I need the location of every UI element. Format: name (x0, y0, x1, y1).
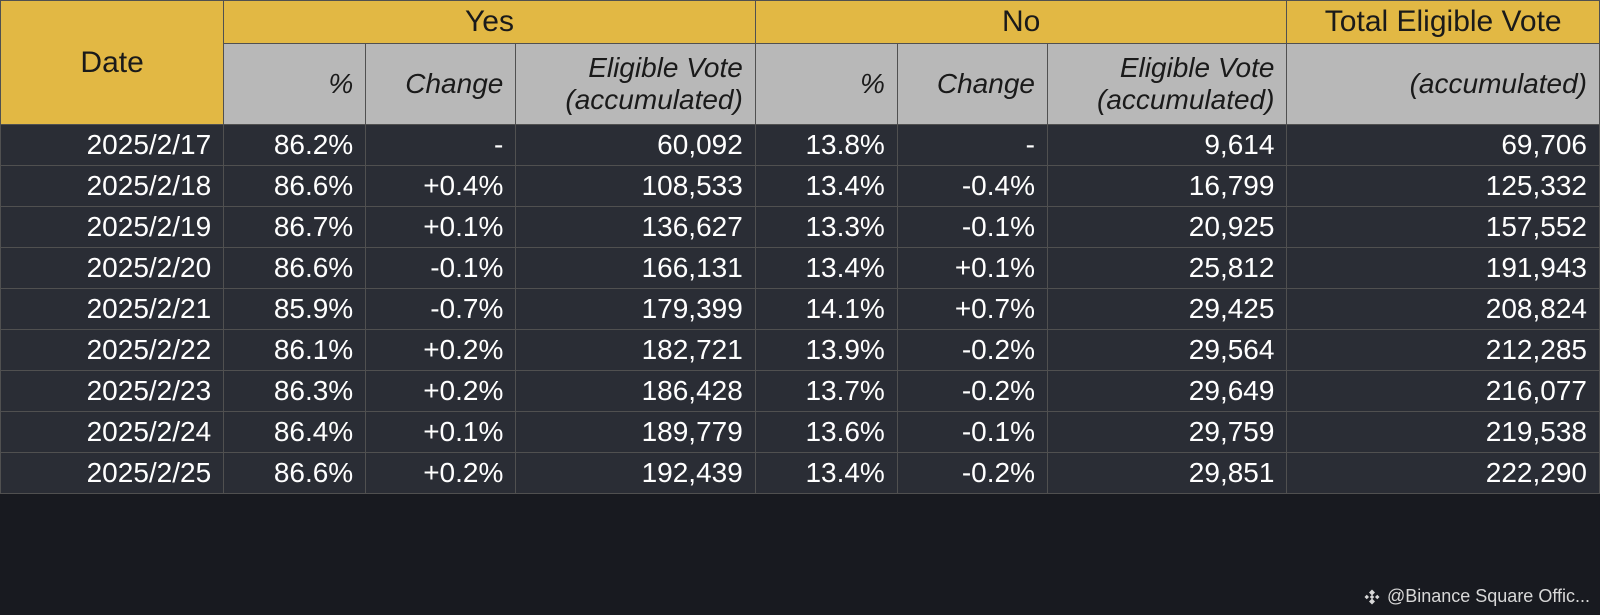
cell-no_acc: 29,759 (1047, 412, 1286, 453)
cell-no_acc: 16,799 (1047, 166, 1286, 207)
cell-no_acc: 29,564 (1047, 330, 1286, 371)
cell-date: 2025/2/17 (1, 125, 224, 166)
cell-total: 212,285 (1287, 330, 1600, 371)
cell-yes_change: -0.7% (366, 289, 516, 330)
cell-total: 216,077 (1287, 371, 1600, 412)
cell-no_change: +0.1% (897, 248, 1047, 289)
subheader-yes-acc: Eligible Vote (accumulated) (516, 44, 755, 125)
cell-yes_pct: 86.6% (224, 248, 366, 289)
subheader-no-pct: % (755, 44, 897, 125)
cell-no_change: +0.7% (897, 289, 1047, 330)
table-row: 2025/2/2185.9%-0.7%179,39914.1%+0.7%29,4… (1, 289, 1600, 330)
table-row: 2025/2/1886.6%+0.4%108,53313.4%-0.4%16,7… (1, 166, 1600, 207)
cell-no_acc: 20,925 (1047, 207, 1286, 248)
cell-date: 2025/2/25 (1, 453, 224, 494)
subheader-total: (accumulated) (1287, 44, 1600, 125)
cell-yes_acc: 108,533 (516, 166, 755, 207)
header-yes: Yes (224, 1, 756, 44)
cell-yes_change: +0.4% (366, 166, 516, 207)
cell-yes_change: +0.2% (366, 330, 516, 371)
table-row: 2025/2/2086.6%-0.1%166,13113.4%+0.1%25,8… (1, 248, 1600, 289)
cell-yes_pct: 86.7% (224, 207, 366, 248)
cell-yes_acc: 186,428 (516, 371, 755, 412)
cell-yes_change: - (366, 125, 516, 166)
cell-yes_acc: 166,131 (516, 248, 755, 289)
binance-icon (1363, 588, 1381, 606)
cell-date: 2025/2/20 (1, 248, 224, 289)
cell-total: 125,332 (1287, 166, 1600, 207)
cell-yes_acc: 136,627 (516, 207, 755, 248)
subheader-no-change: Change (897, 44, 1047, 125)
table-row: 2025/2/2486.4%+0.1%189,77913.6%-0.1%29,7… (1, 412, 1600, 453)
cell-yes_acc: 192,439 (516, 453, 755, 494)
attribution: @Binance Square Offic... (1363, 586, 1590, 607)
cell-no_pct: 13.4% (755, 453, 897, 494)
cell-yes_change: +0.2% (366, 371, 516, 412)
cell-yes_pct: 85.9% (224, 289, 366, 330)
table-row: 2025/2/2286.1%+0.2%182,72113.9%-0.2%29,5… (1, 330, 1600, 371)
cell-no_pct: 13.6% (755, 412, 897, 453)
cell-yes_pct: 86.2% (224, 125, 366, 166)
table-row: 2025/2/1786.2%-60,09213.8%-9,61469,706 (1, 125, 1600, 166)
cell-date: 2025/2/18 (1, 166, 224, 207)
subheader-yes-change: Change (366, 44, 516, 125)
cell-no_pct: 14.1% (755, 289, 897, 330)
cell-no_change: -0.2% (897, 330, 1047, 371)
cell-no_acc: 29,649 (1047, 371, 1286, 412)
cell-total: 157,552 (1287, 207, 1600, 248)
cell-no_change: -0.1% (897, 412, 1047, 453)
cell-no_pct: 13.8% (755, 125, 897, 166)
cell-no_change: -0.4% (897, 166, 1047, 207)
cell-yes_acc: 60,092 (516, 125, 755, 166)
cell-date: 2025/2/21 (1, 289, 224, 330)
cell-no_acc: 9,614 (1047, 125, 1286, 166)
cell-yes_pct: 86.3% (224, 371, 366, 412)
cell-date: 2025/2/19 (1, 207, 224, 248)
cell-no_change: -0.2% (897, 453, 1047, 494)
cell-no_pct: 13.7% (755, 371, 897, 412)
cell-no_change: -0.2% (897, 371, 1047, 412)
cell-total: 191,943 (1287, 248, 1600, 289)
table-row: 2025/2/2586.6%+0.2%192,43913.4%-0.2%29,8… (1, 453, 1600, 494)
cell-no_change: - (897, 125, 1047, 166)
cell-no_pct: 13.9% (755, 330, 897, 371)
cell-no_pct: 13.4% (755, 166, 897, 207)
cell-no_acc: 29,851 (1047, 453, 1286, 494)
cell-date: 2025/2/22 (1, 330, 224, 371)
cell-yes_pct: 86.4% (224, 412, 366, 453)
cell-yes_acc: 179,399 (516, 289, 755, 330)
cell-yes_change: +0.1% (366, 207, 516, 248)
cell-yes_acc: 182,721 (516, 330, 755, 371)
header-total-top: Total Eligible Vote (1287, 1, 1600, 44)
subheader-no-acc: Eligible Vote (accumulated) (1047, 44, 1286, 125)
header-no: No (755, 1, 1287, 44)
cell-total: 208,824 (1287, 289, 1600, 330)
cell-date: 2025/2/23 (1, 371, 224, 412)
cell-yes_pct: 86.6% (224, 166, 366, 207)
cell-no_change: -0.1% (897, 207, 1047, 248)
cell-date: 2025/2/24 (1, 412, 224, 453)
header-date: Date (1, 1, 224, 125)
cell-no_pct: 13.4% (755, 248, 897, 289)
cell-no_acc: 29,425 (1047, 289, 1286, 330)
cell-yes_pct: 86.1% (224, 330, 366, 371)
cell-yes_change: +0.1% (366, 412, 516, 453)
cell-yes_acc: 189,779 (516, 412, 755, 453)
cell-yes_change: +0.2% (366, 453, 516, 494)
table-row: 2025/2/2386.3%+0.2%186,42813.7%-0.2%29,6… (1, 371, 1600, 412)
table-row: 2025/2/1986.7%+0.1%136,62713.3%-0.1%20,9… (1, 207, 1600, 248)
cell-yes_change: -0.1% (366, 248, 516, 289)
cell-no_acc: 25,812 (1047, 248, 1286, 289)
cell-yes_pct: 86.6% (224, 453, 366, 494)
vote-results-table: Date Yes No Total Eligible Vote % Change… (0, 0, 1600, 494)
cell-total: 219,538 (1287, 412, 1600, 453)
cell-no_pct: 13.3% (755, 207, 897, 248)
cell-total: 222,290 (1287, 453, 1600, 494)
subheader-yes-pct: % (224, 44, 366, 125)
cell-total: 69,706 (1287, 125, 1600, 166)
attribution-text: @Binance Square Offic... (1387, 586, 1590, 607)
